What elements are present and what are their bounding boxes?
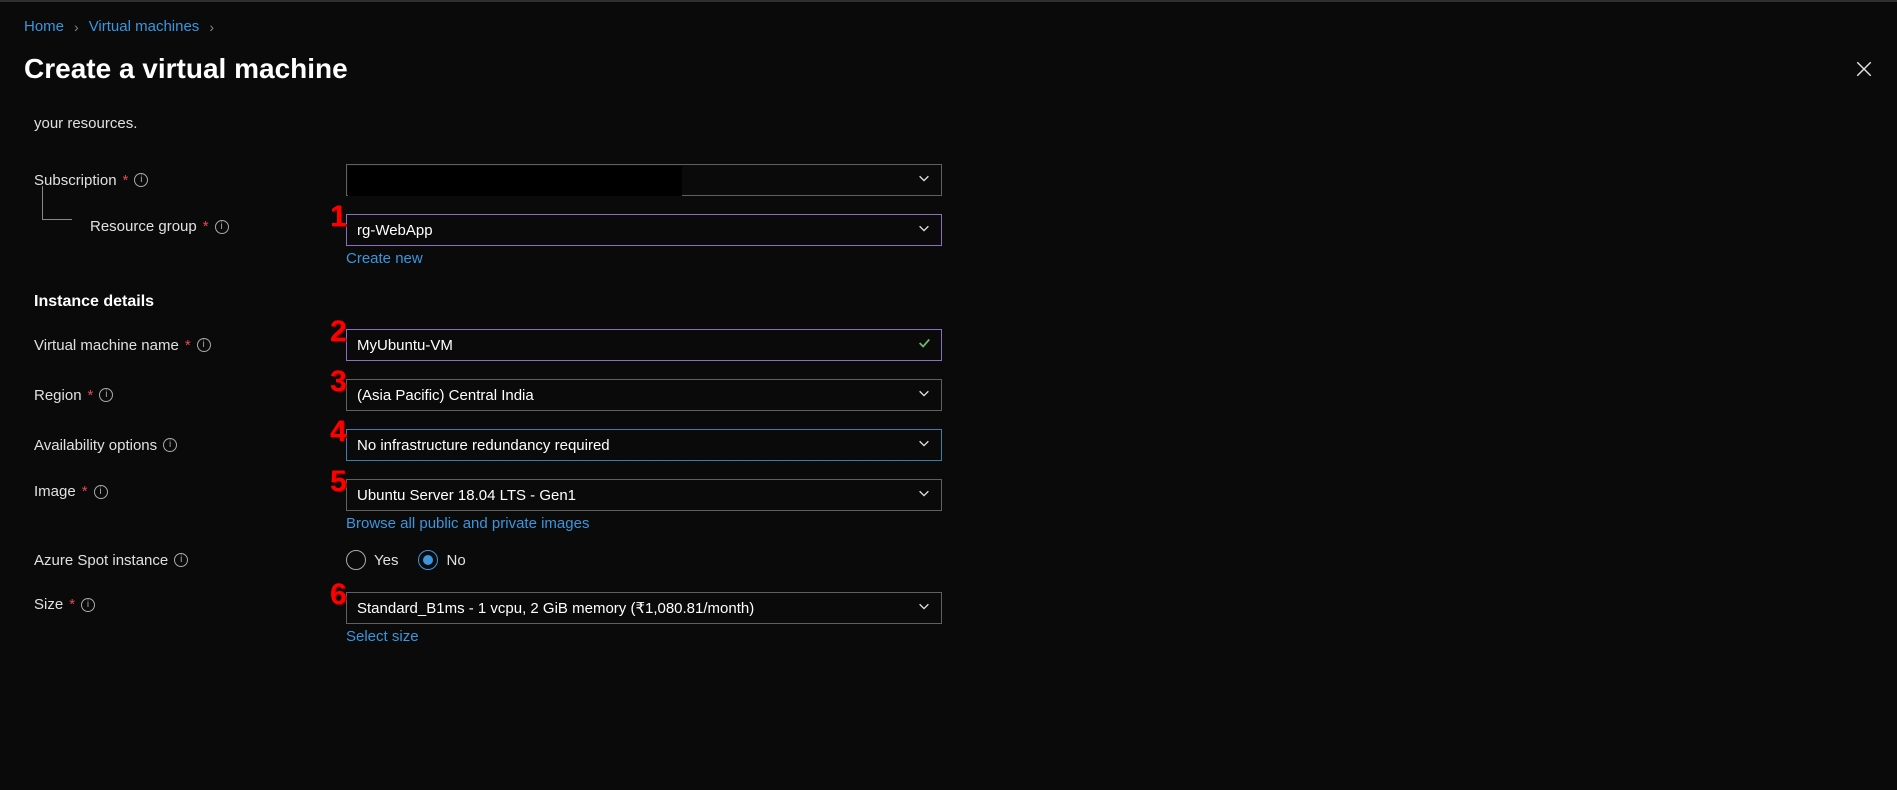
annotation-2: 2: [330, 317, 347, 347]
dropdown-image-value: Ubuntu Server 18.04 LTS - Gen1: [357, 487, 576, 504]
annotation-6: 6: [330, 580, 347, 610]
chevron-down-icon: [917, 386, 931, 404]
chevron-down-icon: [917, 486, 931, 504]
section-instance-details: Instance details: [34, 293, 1256, 311]
dropdown-subscription[interactable]: [346, 164, 942, 196]
required-marker: *: [82, 483, 88, 500]
info-icon[interactable]: i: [94, 485, 108, 499]
breadcrumb-home[interactable]: Home: [24, 18, 64, 35]
redacted-block: [348, 166, 682, 196]
info-icon[interactable]: i: [215, 220, 229, 234]
radio-no-label: No: [446, 552, 465, 569]
annotation-5: 5: [330, 467, 347, 497]
link-browse-images[interactable]: Browse all public and private images: [346, 515, 589, 532]
chevron-right-icon: ›: [74, 19, 79, 35]
info-icon[interactable]: i: [197, 338, 211, 352]
info-icon[interactable]: i: [81, 598, 95, 612]
check-icon: [917, 336, 931, 354]
chevron-down-icon: [917, 436, 931, 454]
label-image: Image: [34, 483, 76, 500]
label-availability: Availability options: [34, 437, 157, 454]
info-icon[interactable]: i: [174, 553, 188, 567]
info-icon[interactable]: i: [99, 388, 113, 402]
required-marker: *: [88, 387, 94, 404]
required-marker: *: [185, 337, 191, 354]
chevron-down-icon: [917, 171, 931, 189]
required-marker: *: [203, 218, 209, 235]
info-icon[interactable]: i: [163, 438, 177, 452]
dropdown-size-value: Standard_B1ms - 1 vcpu, 2 GiB memory (₹1…: [357, 599, 754, 617]
page-title: Create a virtual machine: [0, 45, 1897, 115]
intro-text-tail: your resources.: [34, 115, 1256, 132]
label-size: Size: [34, 596, 63, 613]
label-region: Region: [34, 387, 82, 404]
link-create-new-rg[interactable]: Create new: [346, 250, 423, 267]
label-vm-name-row: Virtual machine name * i: [34, 337, 346, 354]
dropdown-availability-value: No infrastructure redundancy required: [357, 437, 610, 454]
radio-circle-checked: [418, 550, 438, 570]
dropdown-region[interactable]: (Asia Pacific) Central India: [346, 379, 942, 411]
input-vm-name[interactable]: MyUbuntu-VM: [346, 329, 942, 361]
radio-spot-no[interactable]: No: [418, 550, 465, 570]
dropdown-availability[interactable]: No infrastructure redundancy required: [346, 429, 942, 461]
label-availability-row: Availability options i: [34, 437, 346, 454]
indent-line: [42, 186, 72, 220]
label-region-row: Region * i: [34, 387, 346, 404]
label-spot: Azure Spot instance: [34, 552, 168, 569]
radio-group-spot: Yes No: [346, 550, 942, 570]
radio-yes-label: Yes: [374, 552, 398, 569]
radio-circle-unchecked: [346, 550, 366, 570]
chevron-right-icon: ›: [209, 19, 214, 35]
breadcrumb: Home › Virtual machines ›: [0, 10, 1897, 45]
label-size-row: Size * i: [34, 592, 346, 613]
chevron-down-icon: [917, 599, 931, 617]
annotation-4: 4: [330, 417, 347, 447]
radio-spot-yes[interactable]: Yes: [346, 550, 398, 570]
label-spot-row: Azure Spot instance i: [34, 552, 346, 569]
label-subscription-row: Subscription * i: [34, 172, 346, 189]
breadcrumb-vms[interactable]: Virtual machines: [89, 18, 200, 35]
required-marker: *: [69, 596, 75, 613]
required-marker: *: [123, 172, 129, 189]
dropdown-resource-group[interactable]: rg-WebApp: [346, 214, 942, 246]
link-select-size[interactable]: Select size: [346, 628, 419, 645]
label-image-row: Image * i: [34, 479, 346, 500]
label-resource-group-row: Resource group * i: [34, 214, 346, 235]
annotation-3: 3: [330, 367, 347, 397]
dropdown-region-value: (Asia Pacific) Central India: [357, 387, 534, 404]
dropdown-image[interactable]: Ubuntu Server 18.04 LTS - Gen1: [346, 479, 942, 511]
label-vm-name: Virtual machine name: [34, 337, 179, 354]
form-area: your resources. Subscription * i Resourc…: [0, 115, 1280, 677]
input-vm-name-value: MyUbuntu-VM: [357, 337, 453, 354]
dropdown-resource-group-value: rg-WebApp: [357, 222, 433, 239]
info-icon[interactable]: i: [134, 173, 148, 187]
chevron-down-icon: [917, 221, 931, 239]
annotation-1: 1: [330, 202, 347, 232]
close-icon: [1855, 60, 1873, 78]
label-resource-group: Resource group: [90, 218, 197, 235]
close-button[interactable]: [1855, 60, 1873, 81]
dropdown-size[interactable]: Standard_B1ms - 1 vcpu, 2 GiB memory (₹1…: [346, 592, 942, 624]
